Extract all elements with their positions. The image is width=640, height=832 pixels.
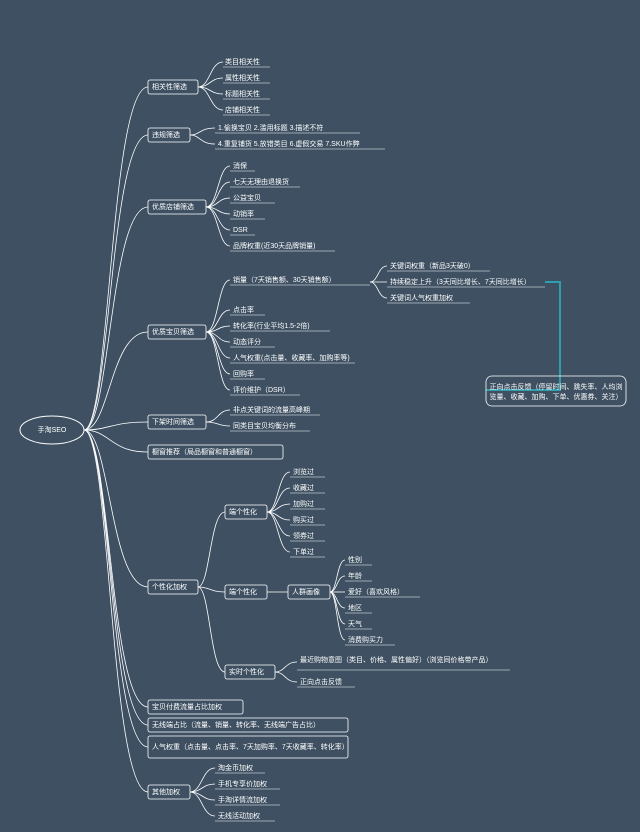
level1: 相关性筛选 违规筛选 优质店铺筛选 优质宝贝筛选 下架时间筛选 橱窗推荐（局品橱…	[148, 80, 349, 799]
svg-text:动态评分: 动态评分	[233, 337, 261, 346]
svg-text:消保: 消保	[233, 161, 247, 170]
svg-text:属性相关性: 属性相关性	[225, 73, 260, 82]
svg-text:相关性筛选: 相关性筛选	[152, 82, 187, 91]
l2-rel: 类目相关性 属性相关性 标题相关性 店铺相关性	[198, 57, 270, 115]
svg-text:点击率: 点击率	[233, 305, 254, 314]
svg-text:DSR: DSR	[233, 227, 248, 234]
svg-text:端个性化: 端个性化	[229, 587, 257, 596]
svg-text:同类目宝贝均衡分布: 同类目宝贝均衡分布	[233, 421, 296, 430]
svg-text:宝贝付费流量占比加权: 宝贝付费流量占比加权	[152, 702, 222, 711]
svg-text:关键词权重（新品3天破0）: 关键词权重（新品3天破0）	[390, 261, 475, 270]
svg-text:人气权重(点击量、收藏率、加购率等): 人气权重(点击量、收藏率、加购率等)	[233, 353, 350, 362]
svg-text:年龄: 年龄	[348, 571, 362, 580]
svg-text:个性化加权: 个性化加权	[152, 582, 187, 591]
svg-text:无线端占比（流量、销量、转化率、无线端广告占比）: 无线端占比（流量、销量、转化率、无线端广告占比）	[152, 720, 320, 729]
annotation-text: 正向点击反馈（停留时间、跳失率、人均浏览量、收藏、加购、下单、优惠券、关注）	[490, 382, 623, 401]
svg-text:性别: 性别	[348, 555, 362, 564]
svg-text:下架时间筛选: 下架时间筛选	[152, 417, 194, 426]
mindmap: 手淘SEO 相关性筛选 违规筛选 优质店铺筛选 优质宝贝筛选 下架时间筛选 橱窗…	[0, 0, 640, 832]
l3-p2: 人群画像 性别 年龄 爱好（喜欢风格） 地区 天气 消费购买力	[267, 555, 420, 645]
svg-text:其他加权: 其他加权	[152, 787, 180, 796]
svg-text:非点关键词的流量高峰期: 非点关键词的流量高峰期	[233, 405, 310, 414]
svg-text:评价维护（DSR）: 评价维护（DSR）	[233, 385, 290, 394]
annotation-link	[486, 282, 560, 390]
svg-text:动销率: 动销率	[233, 209, 254, 218]
svg-text:地区: 地区	[348, 603, 362, 612]
svg-text:最近购物意图（类目、价格、属性偏好）（浏览同价格带产品）: 最近购物意图（类目、价格、属性偏好）（浏览同价格带产品）	[300, 655, 493, 664]
svg-text:橱窗推荐（局品橱窗和普通橱窗）: 橱窗推荐（局品橱窗和普通橱窗）	[152, 447, 257, 456]
svg-text:店铺相关性: 店铺相关性	[225, 105, 260, 114]
svg-text:正向点击反馈: 正向点击反馈	[300, 677, 342, 686]
svg-text:类目相关性: 类目相关性	[225, 57, 260, 66]
l3-p3: 最近购物意图（类目、价格、属性偏好）（浏览同价格带产品） 正向点击反馈	[275, 655, 510, 687]
svg-text:天气: 天气	[348, 619, 362, 628]
l3-sales: 关键词权重（新品3天破0） 持续稳定上升（3天同比增长、7天同比增长） 关键词人…	[370, 261, 545, 303]
svg-text:1.偷换宝贝 2.滥用标题 3.描述不符: 1.偷换宝贝 2.滥用标题 3.描述不符	[218, 123, 323, 132]
svg-text:优质宝贝筛选: 优质宝贝筛选	[152, 327, 194, 336]
l2-down: 非点关键词的流量高峰期 同类目宝贝均衡分布	[206, 405, 320, 431]
l2-item: 销量（7天销售额、30天销售额） 点击率 转化率(行业平均1.5-2倍) 动态评…	[206, 275, 370, 395]
svg-text:公益宝贝: 公益宝贝	[233, 193, 261, 202]
svg-text:七天无理由退换货: 七天无理由退换货	[233, 177, 289, 186]
svg-text:领券过: 领券过	[293, 531, 314, 540]
svg-text:关键词人气权重加权: 关键词人气权重加权	[390, 293, 453, 302]
svg-text:转化率(行业平均1.5-2倍): 转化率(行业平均1.5-2倍)	[233, 321, 310, 330]
svg-text:持续稳定上升（3天同比增长、7天同比增长）: 持续稳定上升（3天同比增长、7天同比增长）	[390, 277, 531, 286]
svg-text:收藏过: 收藏过	[293, 483, 314, 492]
svg-text:4.重复铺货 5.放错类目 6.虚假交易 7.SKU作弊: 4.重复铺货 5.放错类目 6.虚假交易 7.SKU作弊	[218, 139, 360, 148]
svg-text:标题相关性: 标题相关性	[225, 89, 260, 98]
svg-text:端个性化: 端个性化	[229, 507, 257, 516]
svg-text:加购过: 加购过	[293, 499, 314, 508]
svg-text:消费购买力: 消费购买力	[348, 635, 383, 644]
l2-shop: 消保 七天无理由退换货 公益宝贝 动销率 DSR 品牌权重(近30天品牌销量)	[206, 161, 335, 251]
l3-p1: 浏览过 收藏过 加购过 购买过 领券过 下单过	[267, 467, 325, 557]
svg-text:回购率: 回购率	[233, 369, 254, 378]
svg-text:爱好（喜欢风格）: 爱好（喜欢风格）	[348, 587, 404, 596]
svg-text:无线活动加权: 无线活动加权	[218, 811, 260, 820]
l2-pers: 端个性化 端个性化 实时个性化	[198, 505, 275, 679]
root-links	[84, 87, 148, 792]
svg-text:违规筛选: 违规筛选	[152, 130, 180, 139]
svg-text:淘金币加权: 淘金币加权	[218, 763, 253, 772]
svg-text:手淘详情流加权: 手淘详情流加权	[218, 795, 267, 804]
svg-text:浏览过: 浏览过	[293, 467, 314, 476]
svg-text:品牌权重(近30天品牌销量): 品牌权重(近30天品牌销量)	[233, 241, 315, 250]
svg-text:人气权重（点击量、点击率、7天加购率、7天收藏率、转化率）: 人气权重（点击量、点击率、7天加购率、7天收藏率、转化率）	[152, 742, 349, 751]
root-label: 手淘SEO	[38, 425, 67, 434]
svg-text:优质店铺筛选: 优质店铺筛选	[152, 202, 194, 211]
svg-text:人群画像: 人群画像	[292, 587, 320, 596]
l2-other: 淘金币加权 手机专享价加权 手淘详情流加权 无线活动加权	[190, 763, 280, 821]
l2-vio: 1.偷换宝贝 2.滥用标题 3.描述不符 4.重复铺货 5.放错类目 6.虚假交…	[190, 123, 385, 149]
svg-text:下单过: 下单过	[293, 547, 314, 556]
svg-text:实时个性化: 实时个性化	[229, 667, 264, 676]
svg-text:购买过: 购买过	[293, 515, 314, 524]
svg-text:销量（7天销售额、30天销售额）: 销量（7天销售额、30天销售额）	[233, 275, 336, 284]
svg-text:手机专享价加权: 手机专享价加权	[218, 779, 267, 788]
